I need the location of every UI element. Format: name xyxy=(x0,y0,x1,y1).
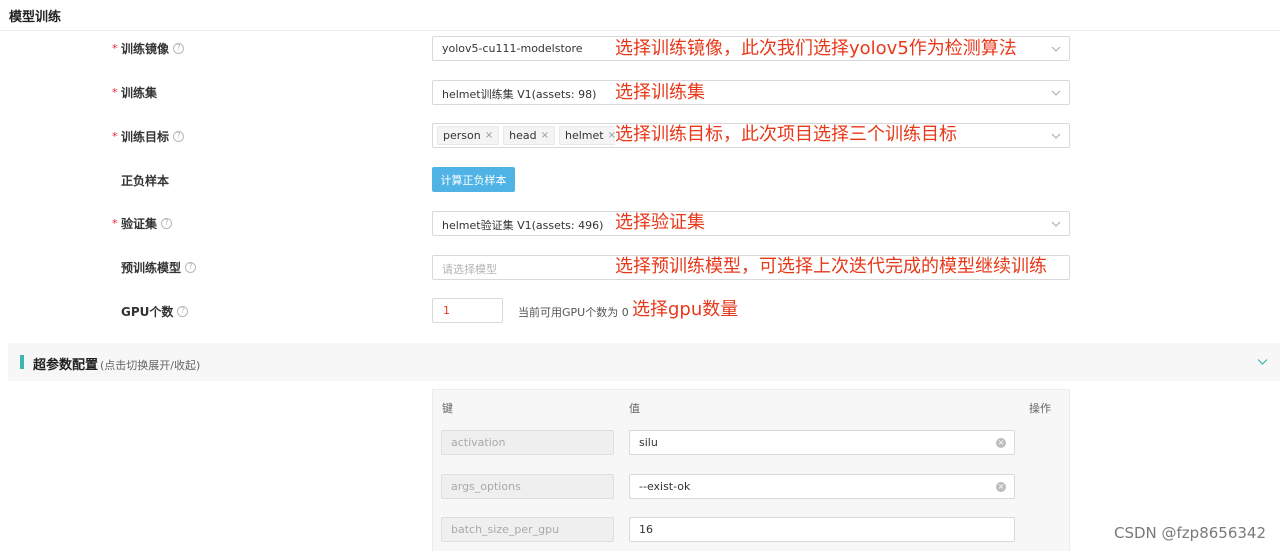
title-divider xyxy=(0,30,1280,31)
target-tag-helmet: helmet × xyxy=(558,126,622,145)
hyperparams-table: 键 值 操作 activation silu × args_options --… xyxy=(432,389,1070,551)
chevron-down-icon xyxy=(1051,221,1061,227)
pretrained-model-label-text: 预训练模型 xyxy=(121,260,182,275)
tag-label: helmet xyxy=(564,129,604,142)
close-icon[interactable]: × xyxy=(485,130,493,141)
param-value-field[interactable]: 16 xyxy=(629,517,1015,542)
target-tag-head: head × xyxy=(503,126,555,145)
validation-set-select[interactable]: helmet验证集 V1(assets: 496) xyxy=(432,211,1070,236)
hyperparams-title: 超参数配置 (点击切换展开/收起) xyxy=(33,354,200,373)
pretrained-model-annotation: 选择预训练模型，可选择上次迭代完成的模型继续训练 xyxy=(615,256,1049,278)
required-mark: * xyxy=(112,41,118,55)
validation-set-value: helmet验证集 V1(assets: 496) xyxy=(442,219,604,232)
pos-neg-samples-label-text: 正负样本 xyxy=(121,173,170,188)
training-image-value: yolov5-cu111-modelstore xyxy=(442,42,583,55)
training-image-label: * 训练镜像 ? xyxy=(112,40,185,56)
question-circle-icon[interactable]: ? xyxy=(177,305,189,317)
param-value-text: silu xyxy=(639,436,658,449)
validation-set-annotation: 选择验证集 xyxy=(615,212,707,234)
column-header-action: 操作 xyxy=(1029,402,1051,415)
training-targets-annotation: 选择训练目标，此次项目选择三个训练目标 xyxy=(615,124,959,146)
gpu-count-input[interactable]: 1 xyxy=(432,298,503,323)
chevron-down-icon xyxy=(1051,133,1061,139)
training-set-label-text: 训练集 xyxy=(121,85,158,100)
param-value-text: --exist-ok xyxy=(639,480,691,493)
chevron-down-icon xyxy=(1051,90,1061,96)
pretrained-model-label: 预训练模型 ? xyxy=(112,259,197,275)
training-set-annotation: 选择训练集 xyxy=(615,82,707,104)
calc-pos-neg-samples-button[interactable]: 计算正负样本 xyxy=(432,167,515,192)
tag-label: person xyxy=(443,129,481,142)
question-circle-icon[interactable]: ? xyxy=(173,130,185,142)
pos-neg-samples-label: 正负样本 xyxy=(112,172,169,188)
gpu-count-label: GPU个数 ? xyxy=(112,303,189,319)
training-set-select[interactable]: helmet训练集 V1(assets: 98) xyxy=(432,80,1070,105)
training-set-value: helmet训练集 V1(assets: 98) xyxy=(442,88,597,101)
param-key-field: args_options xyxy=(441,474,614,499)
training-image-label-text: 训练镜像 xyxy=(121,41,170,56)
training-image-annotation: 选择训练镜像，此次我们选择yolov5作为检测算法 xyxy=(615,38,1019,60)
hyperparams-title-text: 超参数配置 xyxy=(33,358,99,373)
question-circle-icon[interactable]: ? xyxy=(173,42,185,54)
gpu-count-label-text: GPU个数 xyxy=(121,304,174,319)
param-value-field[interactable]: silu × xyxy=(629,430,1015,455)
training-targets-label-text: 训练目标 xyxy=(121,129,170,144)
param-key-field: activation xyxy=(441,430,614,455)
column-header-key: 键 xyxy=(442,402,453,415)
chevron-down-icon[interactable] xyxy=(1257,356,1268,367)
pretrained-model-placeholder: 请选择模型 xyxy=(442,263,497,276)
param-key-field: batch_size_per_gpu xyxy=(441,517,614,542)
question-circle-icon[interactable]: ? xyxy=(161,217,173,229)
param-value-text: 16 xyxy=(639,523,653,536)
required-mark: * xyxy=(112,85,118,99)
close-circle-icon[interactable]: × xyxy=(996,438,1006,448)
page-title: 模型训练 xyxy=(9,10,62,25)
close-circle-icon[interactable]: × xyxy=(996,482,1006,492)
close-icon[interactable]: × xyxy=(541,130,549,141)
training-targets-label: * 训练目标 ? xyxy=(112,128,185,144)
required-mark: * xyxy=(112,216,118,230)
validation-set-label: * 验证集 ? xyxy=(112,215,173,231)
hyperparams-section-header[interactable]: 超参数配置 (点击切换展开/收起) xyxy=(8,343,1280,381)
section-accent-bar xyxy=(20,355,24,369)
column-header-value: 值 xyxy=(629,402,640,415)
hyperparams-subtitle: (点击切换展开/收起) xyxy=(100,359,201,372)
tag-label: head xyxy=(509,129,537,142)
chevron-down-icon xyxy=(1051,46,1061,52)
target-tag-person: person × xyxy=(437,126,500,145)
param-value-field[interactable]: --exist-ok × xyxy=(629,474,1015,499)
training-set-label: * 训练集 xyxy=(112,84,157,100)
gpu-count-annotation: 选择gpu数量 xyxy=(632,299,741,321)
validation-set-label-text: 验证集 xyxy=(121,216,158,231)
question-circle-icon[interactable]: ? xyxy=(185,261,197,273)
required-mark: * xyxy=(112,129,118,143)
csdn-watermark: CSDN @fzp8656342 xyxy=(1113,524,1266,542)
gpu-available-hint: 当前可用GPU个数为 0 xyxy=(518,306,629,319)
training-target-tags: person × head × helmet × xyxy=(437,126,622,145)
